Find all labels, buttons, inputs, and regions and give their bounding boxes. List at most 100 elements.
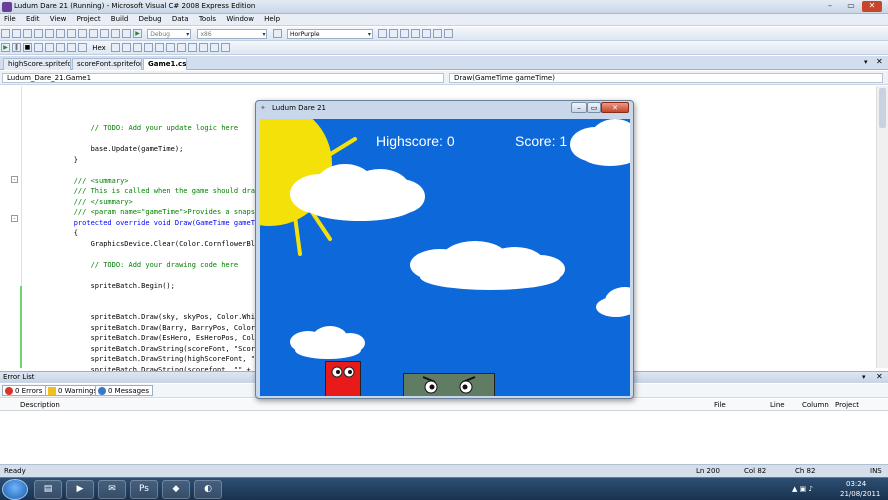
menu-window[interactable]: Window xyxy=(222,14,258,25)
column-column[interactable]: Column xyxy=(802,399,829,411)
save-icon[interactable] xyxy=(34,29,43,38)
navigate-back-icon[interactable] xyxy=(111,29,120,38)
menu-data[interactable]: Data xyxy=(168,14,193,25)
code-line: protected override void Draw(GameTime ga… xyxy=(40,218,255,227)
messages-filter-button[interactable]: 0 Messages xyxy=(95,385,154,396)
cut-icon[interactable] xyxy=(56,29,65,38)
paste-icon[interactable] xyxy=(78,29,87,38)
minimize-button[interactable]: – xyxy=(820,1,840,12)
code-line: spriteBatch.Draw(sky, skyPos, Color.Whi xyxy=(40,313,255,321)
show-next-statement-icon[interactable] xyxy=(45,43,54,52)
errors-filter-button[interactable]: 0 Errors xyxy=(2,385,47,396)
prev-bookmark-icon[interactable] xyxy=(177,43,187,52)
find-icon[interactable] xyxy=(272,29,282,38)
warnings-filter-button[interactable]: 0 Warnings xyxy=(45,385,102,396)
copy-icon[interactable] xyxy=(67,29,76,38)
game-canvas[interactable]: Highscore: 0 Score: 1 xyxy=(260,119,630,396)
class-dropdown[interactable]: Ludum_Dare_21.Game1 xyxy=(2,73,444,83)
game-maximize-button[interactable]: ▭ xyxy=(587,102,601,113)
uncomment-icon[interactable] xyxy=(133,43,143,52)
game-window[interactable]: ✦ Ludum Dare 21 – ▭ ✕ Highscore: 0 Score… xyxy=(255,100,634,399)
clear-bookmarks-icon[interactable] xyxy=(221,43,231,52)
step-out-icon[interactable] xyxy=(78,43,87,52)
comment-icon[interactable] xyxy=(122,43,132,52)
column-file[interactable]: File xyxy=(714,399,726,411)
chat-taskbar-icon[interactable]: ✉ xyxy=(98,480,126,499)
tab-dropdown-icon[interactable]: ▾ xyxy=(864,58,868,66)
new-project-icon[interactable] xyxy=(1,29,10,38)
tab-scorefont-spritefont[interactable]: scoreFont.spritefont xyxy=(72,58,142,70)
output-window-icon[interactable] xyxy=(444,29,454,38)
column-description[interactable]: Description xyxy=(20,399,60,411)
bookmark-icon[interactable] xyxy=(166,43,176,52)
stop-debugging-icon[interactable]: ■ xyxy=(23,43,32,52)
menu-debug[interactable]: Debug xyxy=(135,14,166,25)
media-player-taskbar-icon[interactable]: ▶ xyxy=(66,480,94,499)
member-dropdown[interactable]: Draw(GameTime gameTime) xyxy=(449,73,883,83)
menu-project[interactable]: Project xyxy=(73,14,105,25)
code-navigation-bar: Ludum_Dare_21.Game1 Draw(GameTime gameTi… xyxy=(0,71,888,85)
photoshop-taskbar-icon[interactable]: Ps xyxy=(130,480,158,499)
next-bookmark-icon[interactable] xyxy=(188,43,198,52)
tab-game1-cs[interactable]: Game1.cs* xyxy=(143,58,187,70)
restart-icon[interactable] xyxy=(34,43,43,52)
hex-toggle[interactable]: Hex xyxy=(92,43,106,53)
navigate-forward-icon[interactable] xyxy=(122,29,131,38)
panel-pin-icon[interactable]: ▾ xyxy=(862,373,866,381)
configuration-select[interactable]: Debug xyxy=(147,29,192,39)
start-button[interactable] xyxy=(2,479,28,500)
code-line: /// <summary> xyxy=(40,176,129,185)
prev-bookmark-folder-icon[interactable] xyxy=(199,43,209,52)
properties-icon[interactable] xyxy=(400,29,410,38)
menu-edit[interactable]: Edit xyxy=(22,14,44,25)
menu-help[interactable]: Help xyxy=(260,14,284,25)
menu-file[interactable]: File xyxy=(0,14,20,25)
step-into-icon[interactable] xyxy=(56,43,65,52)
game-minimize-button[interactable]: – xyxy=(571,102,587,113)
undo-icon[interactable] xyxy=(89,29,98,38)
break-all-icon[interactable]: ‖ xyxy=(12,43,21,52)
visual-studio-taskbar-icon[interactable]: ◆ xyxy=(162,480,190,499)
open-icon[interactable] xyxy=(23,29,32,38)
scrollbar-thumb[interactable] xyxy=(879,88,886,128)
object-browser-icon[interactable] xyxy=(411,29,421,38)
editor-vertical-scrollbar[interactable] xyxy=(876,86,888,368)
tray-icons[interactable]: ▲ ▣ ♪ xyxy=(792,485,813,493)
start-page-icon[interactable] xyxy=(433,29,443,38)
standard-toolbar: ▶ Debug x86 HorPurple xyxy=(0,27,888,41)
next-bookmark-folder-icon[interactable] xyxy=(210,43,220,52)
menu-tools[interactable]: Tools xyxy=(195,14,220,25)
indent-icon[interactable] xyxy=(144,43,154,52)
continue-icon[interactable]: ▶ xyxy=(1,43,10,52)
redo-icon[interactable] xyxy=(100,29,109,38)
clock-time[interactable]: 03:24 xyxy=(846,480,866,488)
debug-toolbar: ▶ ‖ ■ Hex xyxy=(0,41,888,55)
save-all-icon[interactable] xyxy=(45,29,54,38)
game-taskbar-icon[interactable]: ◐ xyxy=(194,480,222,499)
window-title-bar: Ludum Dare 21 (Running) - Microsoft Visu… xyxy=(0,0,888,14)
collapse-region-icon[interactable]: - xyxy=(11,215,18,222)
platform-select[interactable]: x86 xyxy=(197,29,268,39)
menu-build[interactable]: Build xyxy=(107,14,133,25)
maximize-button[interactable]: ▭ xyxy=(841,1,861,12)
step-over-icon[interactable] xyxy=(67,43,76,52)
start-debug-icon[interactable]: ▶ xyxy=(133,29,142,38)
close-tab-icon[interactable]: ✕ xyxy=(876,57,883,66)
toolbox-icon[interactable] xyxy=(422,29,432,38)
close-button[interactable]: ✕ xyxy=(862,1,882,12)
panel-close-icon[interactable]: ✕ xyxy=(876,372,883,381)
column-project[interactable]: Project xyxy=(835,399,859,411)
tab-highscore-spritefont[interactable]: highScore.spritefont xyxy=(3,58,71,70)
solution-explorer-icon[interactable] xyxy=(389,29,399,38)
find-in-files-icon[interactable] xyxy=(378,29,388,38)
collapse-region-icon[interactable]: - xyxy=(11,176,18,183)
find-combo[interactable]: HorPurple xyxy=(286,29,373,39)
menu-view[interactable]: View xyxy=(46,14,71,25)
breakpoints-icon[interactable] xyxy=(111,43,121,52)
clock-date[interactable]: 21/08/2011 xyxy=(840,490,880,498)
add-item-icon[interactable] xyxy=(12,29,21,38)
game-close-button[interactable]: ✕ xyxy=(601,102,629,113)
column-line[interactable]: Line xyxy=(770,399,785,411)
explorer-taskbar-icon[interactable]: ▤ xyxy=(34,480,62,499)
outdent-icon[interactable] xyxy=(155,43,165,52)
